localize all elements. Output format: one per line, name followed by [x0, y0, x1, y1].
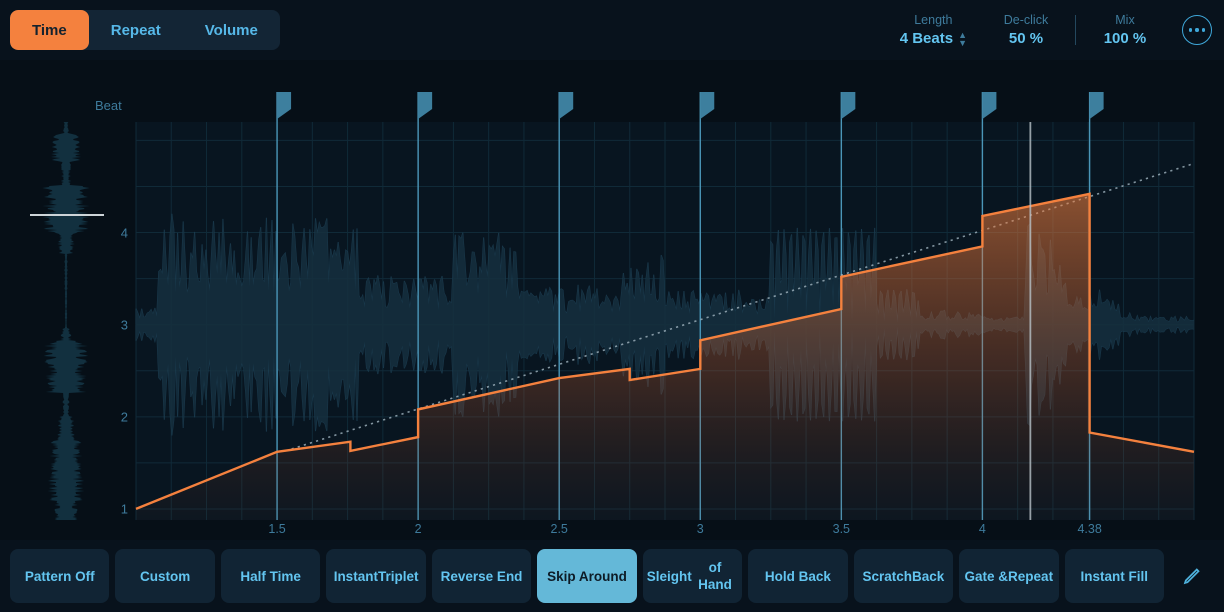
param-length-label: Length — [914, 13, 953, 27]
preset-custom[interactable]: Custom — [115, 549, 215, 603]
param-length-value: 4 Beats — [899, 30, 954, 47]
preset-label-line: Pattern Off — [24, 568, 95, 584]
mode-segmented-control[interactable]: Time Repeat Volume — [10, 10, 280, 50]
time-curve-plot[interactable] — [0, 60, 1224, 540]
editor-canvas[interactable]: Beat 1.5 2 2.5 3 3.5 4 4.38 1234 — [0, 60, 1224, 540]
preset-label-line: Sleight — [646, 568, 692, 584]
x-axis-tick: 4 — [978, 522, 986, 536]
pencil-icon[interactable] — [1170, 549, 1214, 603]
preset-sleight-of-hand[interactable]: Sleight of Hand — [642, 549, 743, 603]
x-axis-tick: 2.5 — [550, 522, 568, 536]
plugin-window: Time Repeat Volume Length 4 Beats ▲ ▼ De-… — [0, 0, 1224, 612]
preset-skip-around[interactable]: Skip Around — [537, 549, 637, 603]
tab-time[interactable]: Time — [10, 10, 89, 50]
tab-repeat[interactable]: Repeat — [89, 10, 183, 50]
preset-label-line: Triplet — [377, 568, 419, 584]
preset-reverse-end[interactable]: Reverse End — [431, 549, 532, 603]
preset-label-line: Gate & — [964, 568, 1009, 584]
x-axis-tick: 1.5 — [268, 522, 286, 536]
tab-volume[interactable]: Volume — [183, 10, 280, 50]
preset-pattern-off[interactable]: Pattern Off — [10, 549, 110, 603]
header-divider — [1075, 15, 1076, 45]
param-mix-value: 100 % — [1103, 30, 1147, 47]
y-axis-tick: 2 — [120, 409, 128, 425]
preset-label-line: Scratch — [862, 568, 912, 584]
preset-half-time[interactable]: Half Time — [220, 549, 321, 603]
preset-label-line: Repeat — [1008, 568, 1054, 584]
param-mix[interactable]: Mix 100 % — [1082, 11, 1168, 49]
param-declick-value: 50 % — [1008, 30, 1044, 47]
preset-label-line: Hold Back — [764, 568, 831, 584]
preset-label-line: of Hand — [698, 560, 732, 592]
header-parameters: Length 4 Beats ▲ ▼ De-click 50 % Mix 100 … — [884, 0, 1168, 60]
x-axis-tick: 3 — [696, 522, 704, 536]
param-length-value-row[interactable]: 4 Beats ▲ ▼ — [900, 29, 967, 49]
header-bar: Time Repeat Volume Length 4 Beats ▲ ▼ De-… — [0, 0, 1224, 60]
y-axis-tick: 3 — [120, 317, 128, 333]
param-declick[interactable]: De-click 50 % — [983, 11, 1069, 49]
x-axis-tick: 2 — [414, 522, 422, 536]
preset-label-line: Custom — [140, 568, 191, 584]
x-axis-tick: 3.5 — [832, 522, 851, 536]
preset-instant-triplet[interactable]: Instant Triplet — [326, 549, 426, 603]
preset-label-line: Reverse End — [440, 568, 523, 584]
preset-bar: Pattern Off Custom Half Time Instant Trip… — [0, 540, 1224, 612]
y-axis-tick: 1 — [120, 501, 128, 517]
preset-instant-fill[interactable]: Instant Fill — [1064, 549, 1164, 603]
x-axis: 1.5 2 2.5 3 3.5 4 4.38 — [0, 522, 1224, 540]
x-axis-tick: 4.38 — [1077, 522, 1102, 536]
stepper-icon[interactable]: ▲ ▼ — [958, 31, 967, 48]
preset-label-line: Instant — [333, 568, 378, 584]
param-mix-label: Mix — [1115, 13, 1135, 27]
preset-label-line: Instant Fill — [1080, 568, 1149, 584]
preset-gate-repeat[interactable]: Gate & Repeat — [959, 549, 1059, 603]
preset-label-line: Half Time — [240, 568, 301, 584]
preset-label-line: Back — [911, 568, 945, 584]
y-axis-tick: 4 — [120, 225, 128, 241]
preset-scratch-back[interactable]: Scratch Back — [853, 549, 954, 603]
param-length[interactable]: Length 4 Beats ▲ ▼ — [884, 11, 983, 49]
preset-hold-back[interactable]: Hold Back — [748, 549, 848, 603]
param-declick-label: De-click — [1003, 13, 1049, 27]
preset-label-line: Skip Around — [547, 568, 627, 584]
ellipsis-circle-icon[interactable] — [1182, 15, 1212, 45]
